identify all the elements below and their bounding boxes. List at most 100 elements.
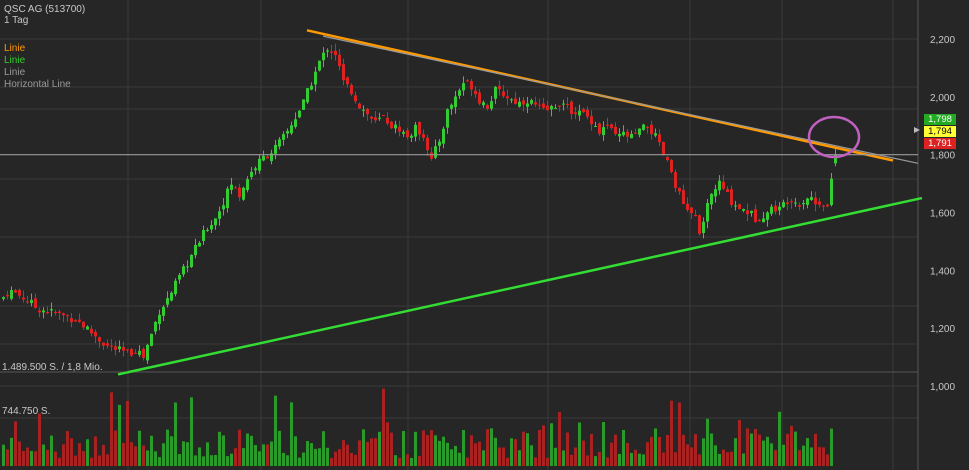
candle-body [486, 104, 489, 109]
volume-bar [406, 454, 409, 466]
volume-bar [586, 455, 589, 466]
volume-bar [770, 443, 773, 466]
candle-body [114, 346, 117, 350]
volume-bar [602, 422, 605, 466]
volume-bar [78, 443, 81, 466]
legend-label: Linie [4, 67, 26, 78]
candle-body [178, 275, 181, 280]
candle-body [462, 83, 465, 91]
candle-body [126, 349, 129, 351]
volume-bar [362, 429, 365, 466]
y-tick-label: 2,000 [930, 93, 955, 104]
volume-bar [262, 444, 265, 466]
candle-body [326, 50, 329, 52]
volume-bar [658, 437, 661, 466]
candle-body [558, 105, 561, 107]
volume-bar [294, 436, 297, 466]
volume-bar [462, 430, 465, 466]
legend-item-green-line[interactable]: Linie [4, 55, 25, 66]
y-tick-label: 2,200 [930, 35, 955, 46]
candle-body [230, 184, 233, 190]
volume-bar [2, 444, 5, 466]
candle-body [222, 205, 225, 210]
candle-body [162, 306, 165, 316]
volume-bar [706, 418, 709, 466]
candle-body [254, 168, 257, 171]
candle-body [634, 132, 637, 134]
volume-bar [34, 451, 37, 466]
candle-body [210, 225, 213, 230]
candle-body [334, 50, 337, 56]
candle-body [622, 131, 625, 136]
volume-bar [318, 448, 321, 466]
volume-bar [334, 451, 337, 466]
chart-title: QSC AG (513700) [4, 4, 86, 15]
candle-body [154, 321, 157, 332]
volume-bar [394, 455, 397, 466]
volume-bar [390, 432, 393, 466]
legend-item-gray-line[interactable]: Linie [4, 67, 25, 78]
candle-body [426, 137, 429, 151]
volume-bar [610, 442, 613, 466]
candle-body [278, 139, 281, 147]
candle-body [614, 126, 617, 135]
candle-body [58, 311, 61, 313]
candle-body [282, 134, 285, 140]
volume-bar [270, 441, 273, 466]
volume-bar [478, 441, 481, 466]
candle-body [242, 187, 245, 200]
candle-body [22, 297, 25, 300]
volume-bar [214, 455, 217, 466]
price-chart[interactable]: 1,000 1,200 1,400 1,600 1,800 2,000 2,200 [0, 0, 969, 470]
legend-label: Horizontal Line [4, 79, 71, 90]
volume-bar [794, 431, 797, 466]
volume-bar [710, 433, 713, 466]
candle-body [14, 290, 17, 293]
volume-bar [234, 448, 237, 466]
volume-bar [646, 442, 649, 466]
volume-bar [538, 429, 541, 466]
candle-body [266, 156, 269, 159]
candle-body [822, 205, 825, 207]
candle-body [290, 125, 293, 134]
volume-bar [82, 451, 85, 466]
volume-bar [402, 430, 405, 466]
volume-bar [18, 441, 21, 466]
candle-body [806, 198, 809, 205]
price-badge-last: 1,794 [924, 126, 956, 137]
candle-body [618, 133, 621, 137]
volume-bar [530, 445, 533, 466]
candle-body [226, 188, 229, 209]
candle-body [470, 81, 473, 90]
candle-body [742, 209, 745, 211]
volume-bar [514, 439, 517, 466]
volume-bar [518, 450, 521, 466]
volume-bar [562, 450, 565, 466]
candle-body [402, 131, 405, 134]
candle-body [706, 203, 709, 222]
volume-bar [678, 402, 681, 466]
candle-body [790, 201, 793, 203]
y-tick-label: 1,800 [930, 151, 955, 162]
candle-body [538, 104, 541, 106]
volume-bar [398, 457, 401, 466]
candle-body [54, 311, 57, 313]
candle-body [818, 201, 821, 205]
candle-body [442, 128, 445, 144]
volume-bar [510, 438, 513, 466]
volume-bar [582, 440, 585, 466]
legend-item-orange-line[interactable]: Linie [4, 43, 25, 54]
candle-body [514, 98, 517, 104]
volume-max-label: 1.489.500 S. / 1,8 Mio. [2, 362, 103, 373]
legend-item-horizontal-line[interactable]: Horizontal Line [4, 79, 71, 90]
volume-bar [6, 449, 9, 466]
candle-body [694, 214, 697, 217]
volume-bar [130, 442, 133, 466]
candle-body [350, 85, 353, 95]
candle-body [70, 318, 73, 323]
candle-body [286, 130, 289, 134]
candle-body [206, 229, 209, 231]
candle-body [610, 124, 613, 128]
candle-body [722, 181, 725, 189]
volume-bar [422, 430, 425, 466]
